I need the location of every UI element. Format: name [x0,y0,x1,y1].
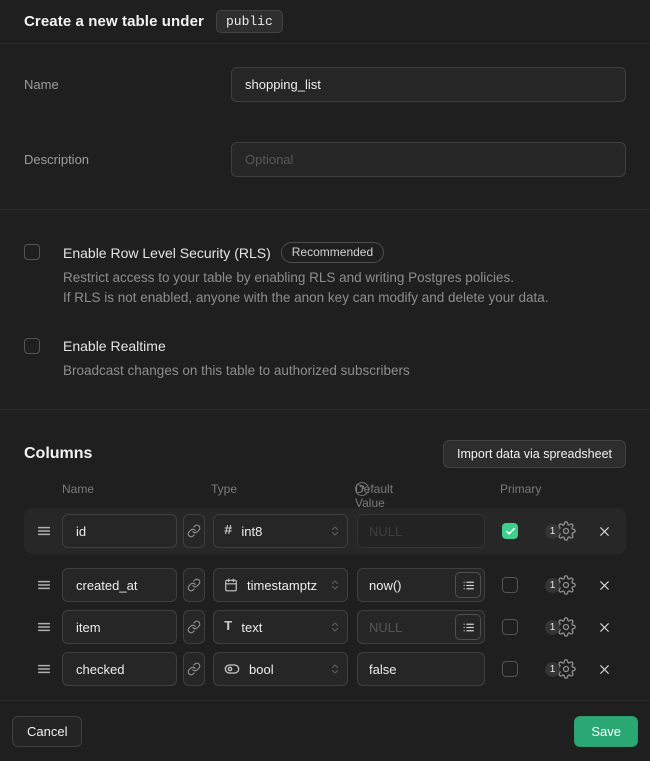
toggle-icon [224,661,240,677]
column-name-input[interactable] [62,652,177,686]
primary-checkbox[interactable] [502,619,518,635]
toggles-section: Enable Row Level Security (RLS) Recommen… [0,210,650,410]
description-row: Description [24,142,626,177]
table-name-input[interactable] [231,67,626,102]
column-type-label: bool [249,662,320,677]
default-value-input[interactable] [358,524,481,539]
delete-column-button[interactable] [597,524,612,539]
default-value-field [357,610,485,644]
column-name-input[interactable] [62,568,177,602]
column-type-select[interactable]: T text [213,610,348,644]
foreign-key-link-icon[interactable] [183,652,205,686]
column-name-input[interactable] [62,610,177,644]
header-type: Type [211,482,237,496]
delete-column-button[interactable] [597,662,612,677]
rls-toggle-block: Enable Row Level Security (RLS) Recommen… [24,242,626,308]
realtime-checkbox[interactable] [24,338,40,354]
chevrons-up-down-icon [329,663,341,675]
default-menu-button[interactable] [455,614,481,640]
delete-column-button[interactable] [597,620,612,635]
settings-badge: 1 [545,578,560,593]
realtime-label: Enable Realtime [63,336,166,356]
help-icon[interactable]: ? [355,482,369,496]
column-list-headers: Name Type Default Value ? Primary [24,482,626,498]
rls-description-line2: If RLS is not enabled, anyone with the a… [63,288,549,308]
header-primary: Primary [500,482,541,496]
column-rows: # int8 [24,508,626,686]
settings-badge: 1 [545,662,560,677]
description-label: Description [24,142,231,167]
column-type-select[interactable]: timestamptz [213,568,348,602]
column-type-label: text [241,620,320,635]
column-settings-button[interactable]: 1 [545,617,576,637]
rls-checkbox[interactable] [24,244,40,260]
rls-description-line1: Restrict access to your table by enablin… [63,268,549,288]
header-name: Name [62,482,94,496]
columns-section: Columns Import data via spreadsheet Name… [0,410,650,694]
table-column-row: timestamptz 1 [24,568,626,602]
primary-checkbox[interactable] [502,577,518,593]
default-value-input[interactable] [358,578,455,593]
table-description-input[interactable] [231,142,626,177]
default-menu-button[interactable] [455,572,481,598]
realtime-toggle-block: Enable Realtime Broadcast changes on thi… [24,336,626,381]
column-settings-button[interactable]: 1 [545,659,576,679]
column-type-label: timestamptz [247,578,320,593]
chevrons-up-down-icon [329,621,341,633]
realtime-description: Broadcast changes on this table to autho… [63,361,410,381]
foreign-key-link-icon[interactable] [183,514,205,548]
primary-checkbox[interactable] [502,661,518,677]
chevrons-up-down-icon [329,579,341,591]
table-column-row: bool 1 [24,652,626,686]
calendar-icon [224,578,238,592]
dialog-header: Create a new table under public [0,0,650,44]
default-value-field [357,652,485,686]
text-icon: T [224,619,232,635]
drag-handle-icon[interactable] [36,523,52,539]
recommended-badge: Recommended [281,242,384,263]
dialog-title: Create a new table under [24,13,204,30]
dialog-footer: Cancel Save [0,700,650,761]
save-button[interactable]: Save [574,716,638,747]
chevrons-up-down-icon [329,525,341,537]
settings-badge: 1 [545,524,560,539]
create-table-dialog: Create a new table under public Name Des… [0,0,650,761]
rls-label: Enable Row Level Security (RLS) [63,243,271,263]
default-value-input[interactable] [358,662,481,677]
foreign-key-link-icon[interactable] [183,568,205,602]
name-label: Name [24,67,231,92]
column-type-label: int8 [241,524,320,539]
column-type-select[interactable]: # int8 [213,514,348,548]
default-value-input[interactable] [358,620,455,635]
column-settings-button[interactable]: 1 [545,521,576,541]
delete-column-button[interactable] [597,578,612,593]
default-value-field [357,568,485,602]
foreign-key-link-icon[interactable] [183,610,205,644]
column-settings-button[interactable]: 1 [545,575,576,595]
cancel-button[interactable]: Cancel [12,716,82,747]
import-spreadsheet-button[interactable]: Import data via spreadsheet [443,440,626,468]
drag-handle-icon[interactable] [36,577,52,593]
column-type-select[interactable]: bool [213,652,348,686]
columns-title: Columns [24,445,92,463]
table-column-row: # int8 [24,508,626,554]
drag-handle-icon[interactable] [36,661,52,677]
drag-handle-icon[interactable] [36,619,52,635]
table-column-row: T text 1 [24,610,626,644]
table-info-section: Name Description [0,44,650,210]
primary-checkbox[interactable] [502,523,518,539]
column-name-input[interactable] [62,514,177,548]
name-row: Name [24,67,626,102]
schema-badge: public [216,10,283,33]
hash-icon: # [224,523,232,539]
default-value-field [357,514,485,548]
settings-badge: 1 [545,620,560,635]
